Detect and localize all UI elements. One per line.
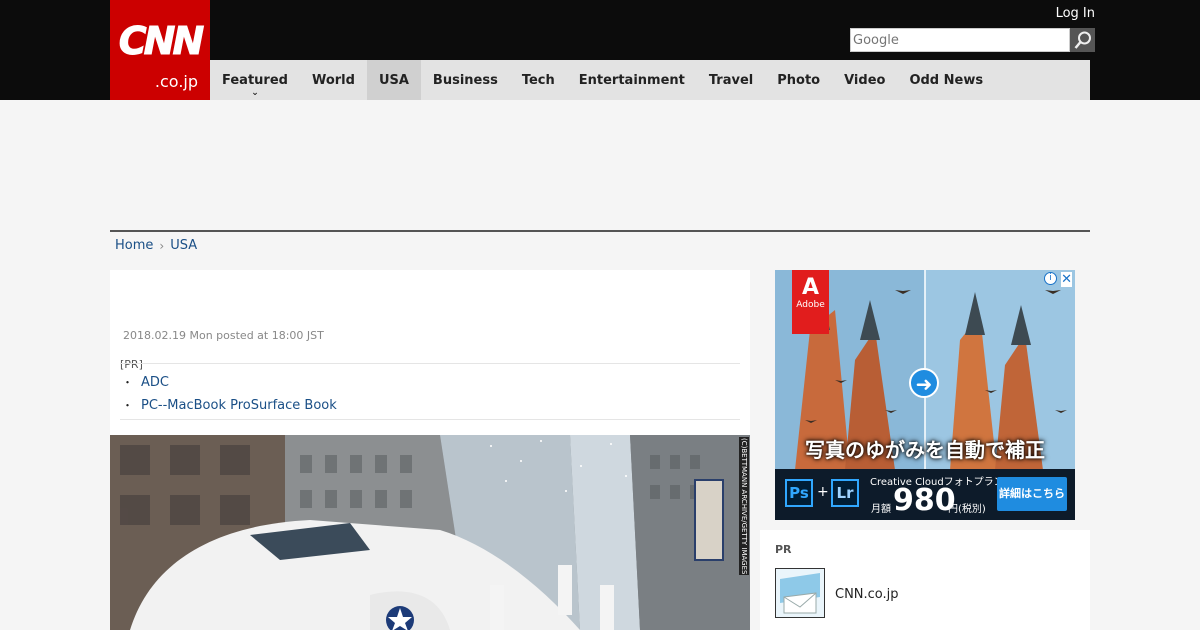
nav-item-odd-news[interactable]: Odd News xyxy=(897,60,995,100)
ad-price-suffix: 円(税別) xyxy=(948,504,986,515)
nav-label: Featured xyxy=(222,72,288,88)
lightroom-icon: Lr xyxy=(831,479,859,507)
mail-thumbnail xyxy=(776,569,824,617)
plus-sign: + xyxy=(817,484,829,500)
divider xyxy=(120,419,740,420)
pr-link-adc[interactable]: ・ ADC xyxy=(122,374,169,390)
article-photo: (C)BETTMANN ARCHIVE/GETTY IMAGES xyxy=(110,435,750,630)
nav-item-tech[interactable]: Tech xyxy=(510,60,567,100)
article-header-card: 2018.02.19 Mon posted at 18:00 JST [PR] … xyxy=(110,270,750,435)
breadcrumb: Home › USA xyxy=(115,238,197,253)
nav-label: Entertainment xyxy=(578,72,685,88)
ad-close-icon[interactable]: ✕ xyxy=(1061,272,1072,287)
search-icon xyxy=(1074,31,1091,49)
ad-details-button[interactable]: 詳細はこちら xyxy=(997,477,1067,511)
bullet-icon: ・ xyxy=(122,399,133,412)
advertisement-banner[interactable]: A Adobe i ✕ ➜ 写真のゆがみを自動で補正 Ps + Lr Creat… xyxy=(775,270,1075,520)
section-divider xyxy=(110,230,1090,232)
nav-label: World xyxy=(311,72,355,88)
nav-item-world[interactable]: World xyxy=(300,60,367,100)
nav-label: Tech xyxy=(521,72,555,88)
login-link[interactable]: Log In xyxy=(1056,6,1095,21)
pr-link-pc[interactable]: ・ PC--MacBook ProSurface Book xyxy=(122,397,337,413)
pr-link-label: ADC xyxy=(141,375,169,390)
logo-domain: .co.jp xyxy=(154,72,198,91)
breadcrumb-home[interactable]: Home xyxy=(115,238,153,253)
adobe-icon: A xyxy=(801,275,820,300)
logo-wordmark: CNN xyxy=(118,19,205,63)
pr-label: [PR] xyxy=(120,358,143,371)
cnn-logo[interactable]: CNN .co.jp xyxy=(110,0,210,100)
sidebar-pr-name[interactable]: CNN.co.jp xyxy=(835,587,899,602)
ad-price-prefix: 月額 xyxy=(871,504,891,515)
sidebar-pr-label: PR xyxy=(775,543,792,556)
nav-item-usa[interactable]: USA xyxy=(366,60,421,100)
parade-photo-image xyxy=(110,435,750,630)
divider xyxy=(120,363,740,364)
search-box[interactable] xyxy=(850,28,1070,52)
chevron-down-icon: ⌄ xyxy=(251,88,259,98)
nav-item-entertainment[interactable]: Entertainment xyxy=(567,60,697,100)
pr-link-label: PC--MacBook ProSurface Book xyxy=(141,398,337,413)
ad-headline: 写真のゆがみを自動で補正 xyxy=(805,438,1045,462)
nav-item-business[interactable]: Business xyxy=(421,60,510,100)
main-nav: Featured ⌄ World USA Business Tech Enter… xyxy=(210,60,995,100)
breadcrumb-usa[interactable]: USA xyxy=(170,238,197,253)
nav-item-video[interactable]: Video xyxy=(832,60,897,100)
arrow-right-icon: ➜ xyxy=(909,368,939,398)
sidebar-pr-box: PR CNN.co.jp xyxy=(760,530,1090,630)
nav-item-photo[interactable]: Photo xyxy=(765,60,832,100)
photoshop-icon: Ps xyxy=(785,479,813,507)
nav-label: Business xyxy=(432,72,498,88)
adobe-brand: Adobe xyxy=(796,300,825,310)
nav-label: Video xyxy=(844,72,886,88)
ad-price: 980 xyxy=(893,483,956,518)
nav-label: Travel xyxy=(708,72,754,88)
nav-label: Odd News xyxy=(909,72,984,88)
search-input[interactable] xyxy=(853,33,1063,48)
bullet-icon: ・ xyxy=(122,376,133,389)
nav-label: Photo xyxy=(777,72,821,88)
ad-info-icon[interactable]: i xyxy=(1044,272,1057,285)
envelope-icon[interactable] xyxy=(775,568,825,618)
nav-item-travel[interactable]: Travel xyxy=(697,60,765,100)
photo-credit: (C)BETTMANN ARCHIVE/GETTY IMAGES xyxy=(739,437,749,576)
adobe-logo: A Adobe xyxy=(792,270,829,334)
nav-item-featured[interactable]: Featured ⌄ xyxy=(210,60,300,100)
nav-label: USA xyxy=(378,72,409,88)
ad-footer: Ps + Lr Creative Cloudフォトプラン 月額 980 円(税別… xyxy=(775,469,1075,520)
search-button[interactable] xyxy=(1070,28,1095,52)
chevron-right-icon: › xyxy=(159,238,165,253)
posted-timestamp: 2018.02.19 Mon posted at 18:00 JST xyxy=(123,329,324,342)
